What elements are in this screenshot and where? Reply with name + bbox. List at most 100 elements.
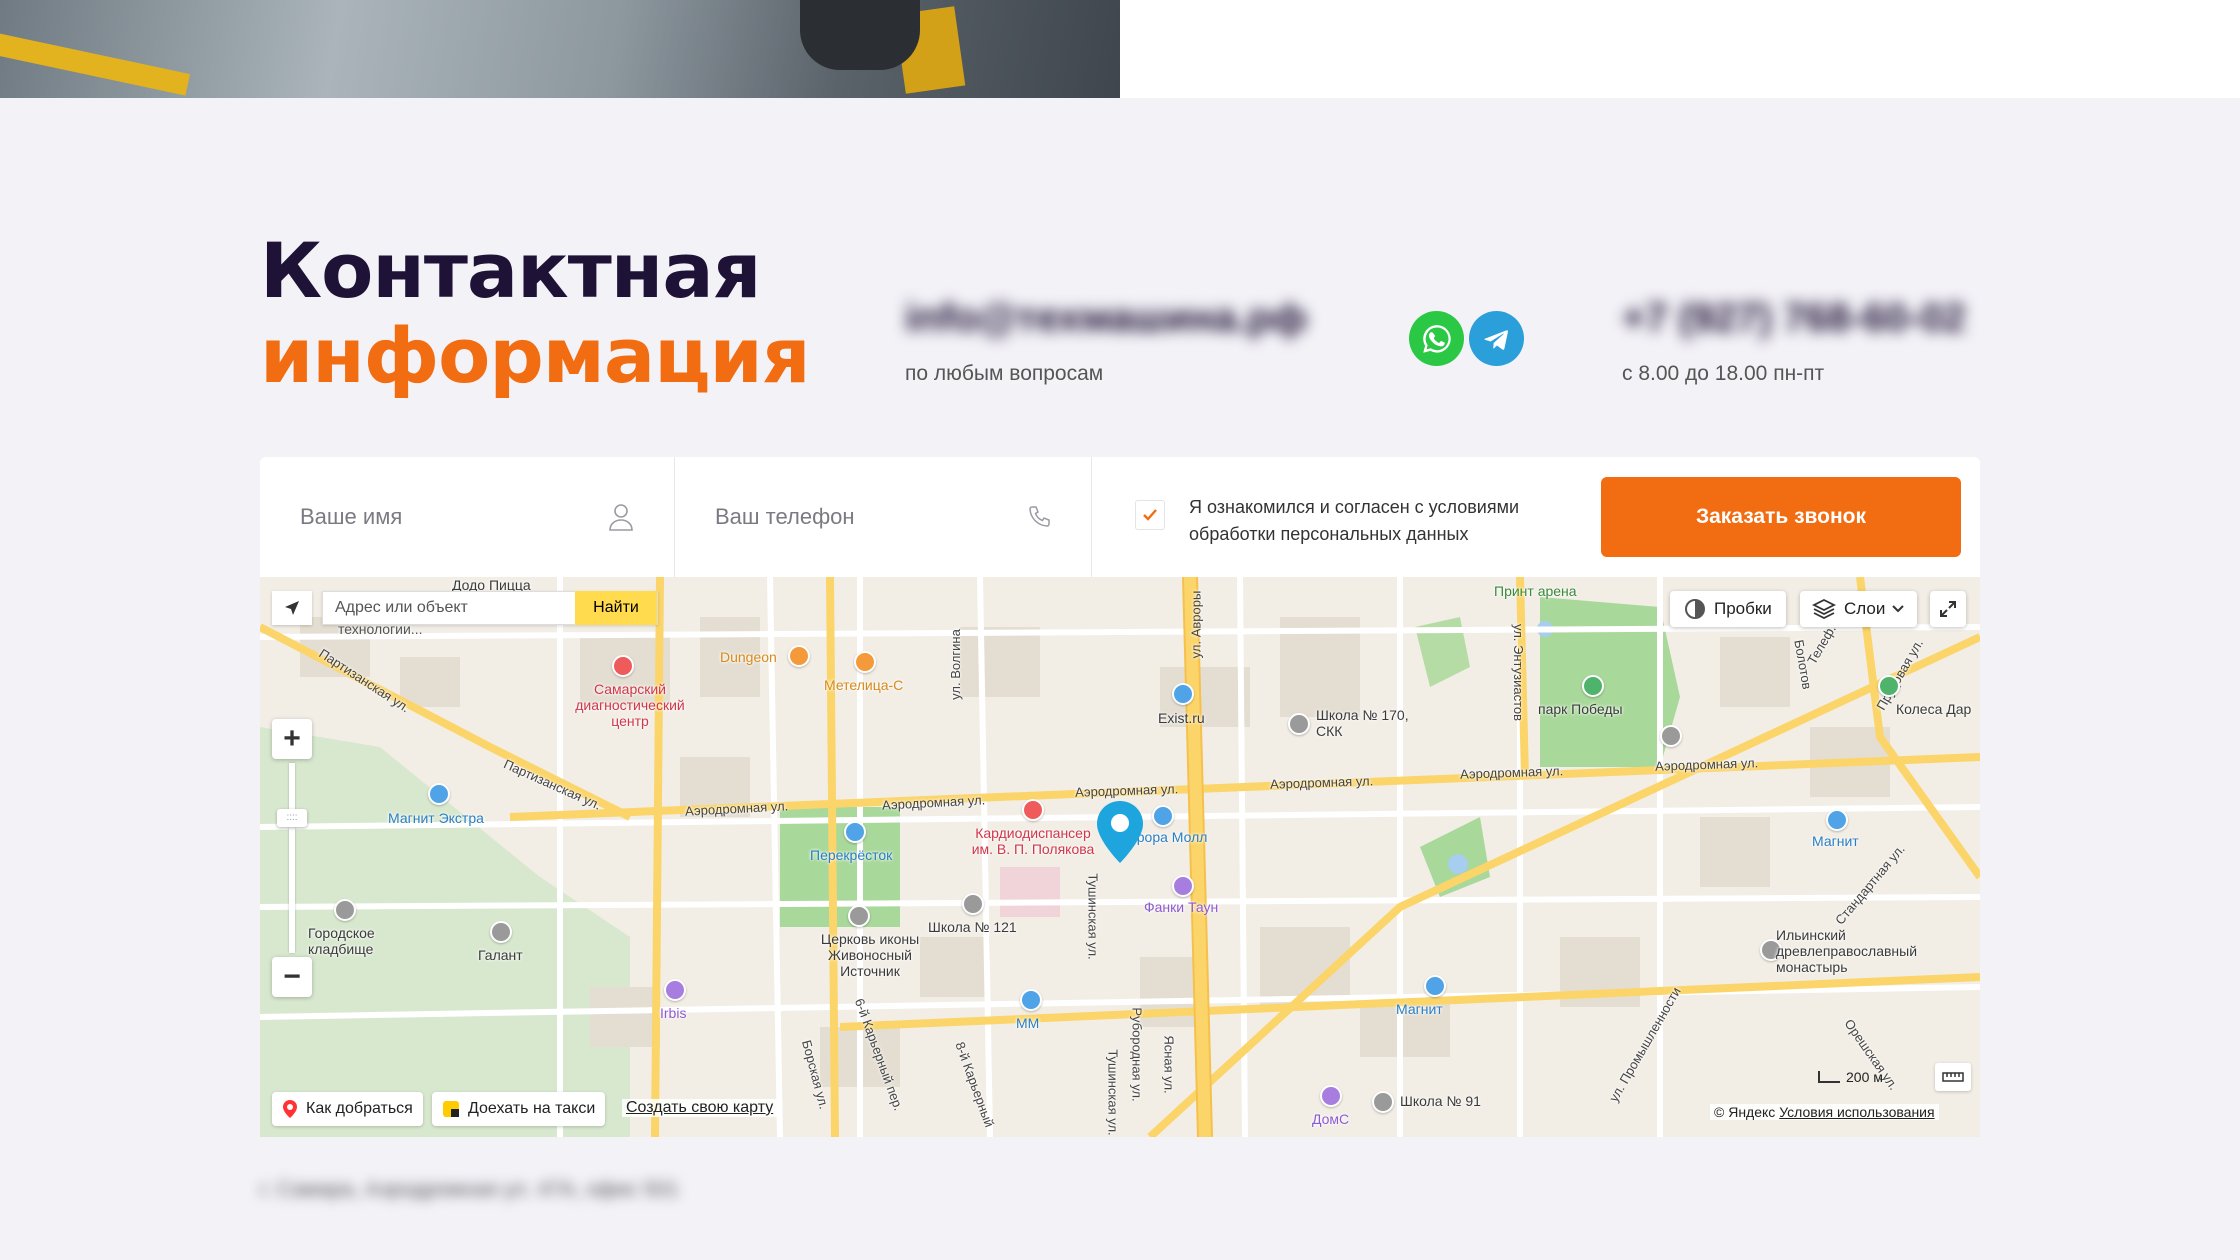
poi-marker[interactable] [1826, 809, 1848, 831]
place-label: Самарский диагностический центр [575, 681, 685, 729]
order-call-button[interactable]: Заказать звонок [1601, 477, 1961, 557]
poi-marker[interactable] [1424, 975, 1446, 997]
poi-marker[interactable] [1582, 675, 1604, 697]
name-input[interactable] [300, 504, 560, 530]
poi-marker[interactable] [334, 899, 356, 921]
poi-marker[interactable] [1320, 1085, 1342, 1107]
place-label: Колеса Дар [1896, 701, 1972, 717]
phone-hours: с 8.00 до 18.00 пн-пт [1622, 362, 1825, 385]
place-label: Магнит [1396, 1001, 1443, 1017]
poi-marker[interactable] [612, 655, 634, 677]
traffic-label: Пробки [1714, 599, 1772, 618]
map-search-input[interactable] [323, 592, 575, 624]
poi-marker[interactable] [962, 893, 984, 915]
taxi-icon [443, 1101, 459, 1117]
street-label: Рубородная ул. [1129, 1007, 1145, 1102]
poi-marker[interactable] [1878, 675, 1900, 697]
map-copyright: © Яндекс Условия использования [1710, 1104, 1939, 1120]
checkmark-icon [1143, 509, 1157, 521]
street-label: Ясная ул. [1161, 1035, 1177, 1094]
email-note: по любым вопросам [905, 362, 1104, 385]
ruler-button[interactable] [1935, 1063, 1971, 1091]
taxi-label: Доехать на такси [468, 1100, 596, 1117]
plus-icon: + [283, 722, 301, 755]
location-pin-icon[interactable] [1095, 799, 1145, 865]
consent-checkbox-label[interactable]: Я ознакомился и согласен с условиями обр… [1135, 494, 1569, 548]
place-label: Магнит Экстра [388, 810, 484, 826]
poi-marker[interactable] [1288, 713, 1310, 735]
phone-icon [1029, 506, 1050, 527]
poi-marker[interactable] [854, 651, 876, 673]
poi-marker[interactable] [1172, 683, 1194, 705]
place-label: Кардиодиспансер им. В. П. Полякова [971, 825, 1095, 857]
place-label: Принт арена [1494, 583, 1577, 599]
office-address: г. Самара, Аэродромная ул. 47А, офис 501 [260, 1178, 679, 1201]
place-label: Фанки Таун [1144, 899, 1219, 915]
layers-label: Слои [1844, 599, 1886, 618]
poi-marker[interactable] [1660, 725, 1682, 747]
route-button[interactable]: Как добраться [272, 1092, 423, 1126]
telegram-button[interactable] [1469, 311, 1524, 366]
map-search-button[interactable]: Найти [575, 591, 657, 625]
poi-marker[interactable] [1372, 1091, 1394, 1113]
poi-marker[interactable] [1172, 875, 1194, 897]
traffic-icon [1685, 599, 1705, 619]
user-icon [609, 504, 633, 531]
poi-marker[interactable] [428, 783, 450, 805]
title-line-1: Контактная [260, 226, 761, 315]
hero-photo [0, 0, 1120, 98]
poi-marker[interactable] [1020, 989, 1042, 1011]
layers-button[interactable]: Слои [1800, 591, 1918, 627]
whatsapp-icon [1422, 324, 1451, 353]
expand-icon [1940, 601, 1956, 617]
telegram-icon [1483, 329, 1508, 350]
place-label: парк Победы [1538, 701, 1623, 717]
terms-link[interactable]: Условия использования [1779, 1104, 1934, 1120]
place-label: Школа № 170, СКК [1316, 707, 1409, 739]
taxi-button[interactable]: Доехать на такси [432, 1092, 606, 1126]
zoom-out-button[interactable]: − [272, 957, 312, 997]
zoom-in-button[interactable]: + [272, 719, 312, 759]
scale-bar [1818, 1071, 1840, 1083]
consent-checkbox[interactable] [1135, 500, 1165, 530]
poi-marker[interactable] [788, 645, 810, 667]
poi-marker[interactable] [490, 921, 512, 943]
minus-icon: − [283, 960, 301, 993]
poi-marker[interactable] [664, 979, 686, 1001]
traffic-button[interactable]: Пробки [1670, 591, 1786, 627]
zoom-slider-handle[interactable]: :::: [277, 809, 307, 827]
place-label: Метелица-С [824, 677, 904, 693]
place-label: Магнит [1812, 833, 1859, 849]
phone-input[interactable] [715, 504, 975, 530]
place-label: ММ [1016, 1015, 1040, 1031]
map-pin-icon [283, 1100, 297, 1118]
poi-marker[interactable] [844, 821, 866, 843]
poi-marker[interactable] [1022, 799, 1044, 821]
zoom-slider-track[interactable] [289, 763, 295, 953]
place-label: Dungeon [720, 649, 777, 665]
place-label: Irbis [660, 1005, 687, 1021]
street-label: ул. Авроры [1188, 590, 1204, 659]
place-label: Школа № 121 [928, 919, 1017, 935]
poi-marker[interactable] [848, 905, 870, 927]
whatsapp-button[interactable] [1409, 311, 1464, 366]
copyright-text: © Яндекс [1714, 1104, 1776, 1120]
section-title: Контактная информация [260, 226, 811, 398]
street-label: Тушинская ул. [1105, 1049, 1121, 1136]
map-search-box: Найти [322, 591, 658, 625]
email-link[interactable]: info@техмашина.рф [905, 296, 1307, 341]
layers-icon [1812, 598, 1836, 620]
create-map-link[interactable]: Создать свою карту [622, 1099, 778, 1117]
yandex-map[interactable]: Партизанская ул. Партизанская ул. Аэродр… [260, 577, 1980, 1137]
scale-label: 200 м [1846, 1069, 1883, 1085]
callback-form: Я ознакомился и согласен с условиями обр… [260, 457, 1980, 577]
phone-link[interactable]: +7 (927) 768-60-02 [1622, 296, 1966, 341]
place-label: Exist.ru [1158, 710, 1205, 726]
navigation-arrow-icon [285, 601, 299, 615]
poi-marker[interactable] [1152, 805, 1174, 827]
place-label: Галант [478, 947, 523, 963]
geolocation-button[interactable] [272, 591, 312, 625]
route-label: Как добраться [306, 1100, 413, 1117]
consent-text: Я ознакомился и согласен с условиями обр… [1189, 497, 1519, 544]
fullscreen-button[interactable] [1930, 591, 1966, 627]
